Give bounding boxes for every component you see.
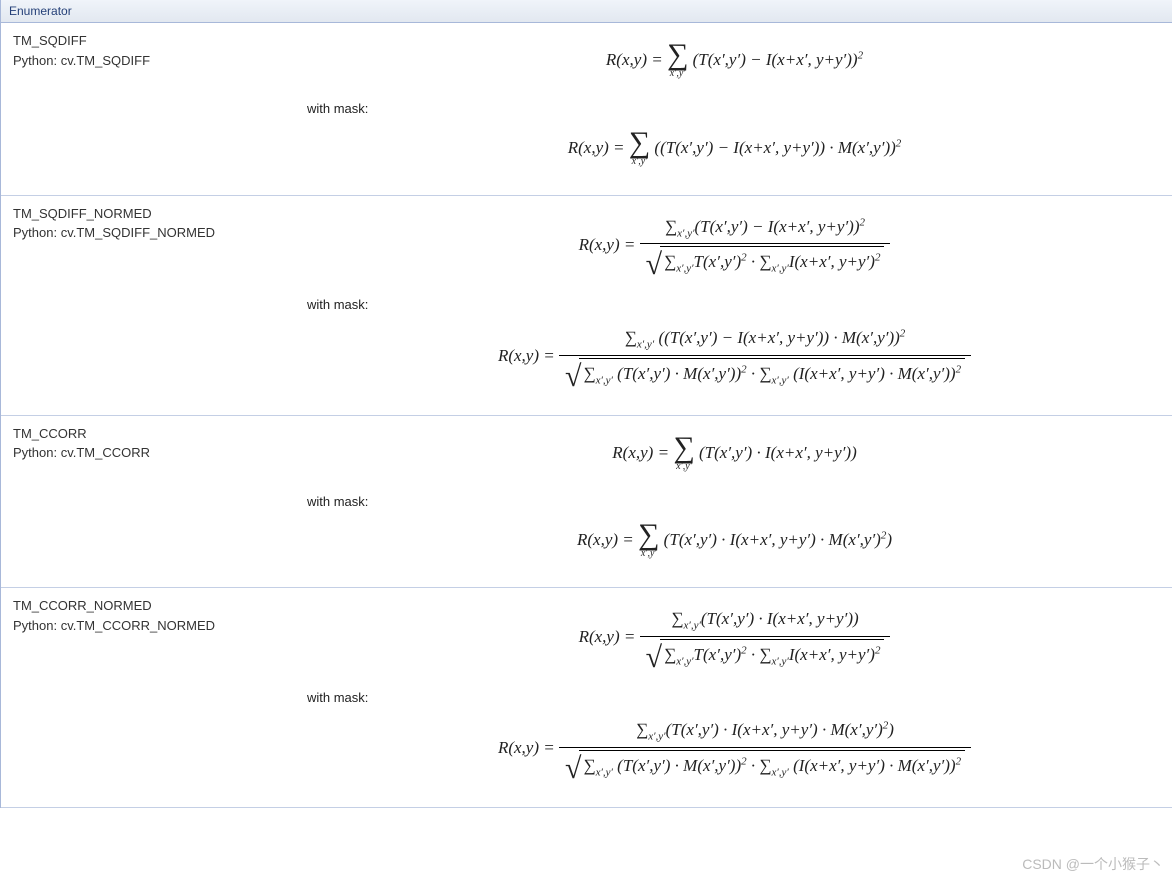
enum-name: TM_SQDIFF_NORMED xyxy=(13,204,285,224)
with-mask-label: with mask: xyxy=(307,295,1162,315)
enum-name: TM_SQDIFF xyxy=(13,31,285,51)
enum-python: Python: cv.TM_SQDIFF xyxy=(13,51,285,71)
enum-description-cell: R(x,y) = ∑x′,y′ (T(x′,y′) · I(x+x′, y+y′… xyxy=(297,416,1172,588)
table-header: Enumerator xyxy=(1,0,1172,23)
formula: R(x,y) = ∑x′,y′(T(x′,y′) · I(x+x′, y+y′)… xyxy=(307,606,1162,670)
enum-python: Python: cv.TM_SQDIFF_NORMED xyxy=(13,223,285,243)
enum-label-cell: TM_SQDIFF_NORMED Python: cv.TM_SQDIFF_NO… xyxy=(1,196,297,415)
enum-description-cell: R(x,y) = ∑x′,y′(T(x′,y′) · I(x+x′, y+y′)… xyxy=(297,588,1172,807)
enum-name: TM_CCORR xyxy=(13,424,285,444)
formula: R(x,y) = ∑x′,y′ (T(x′,y′) − I(x+x′, y+y′… xyxy=(307,41,1162,81)
formula-mask: R(x,y) = ∑x′,y′(T(x′,y′) · I(x+x′, y+y′)… xyxy=(307,717,1162,781)
enum-label-cell: TM_CCORR_NORMED Python: cv.TM_CCORR_NORM… xyxy=(1,588,297,807)
formula-mask: R(x,y) = ∑x′,y′ (T(x′,y′) · I(x+x′, y+y′… xyxy=(307,521,1162,561)
with-mask-label: with mask: xyxy=(307,99,1162,119)
enum-label-cell: TM_SQDIFF Python: cv.TM_SQDIFF xyxy=(1,23,297,195)
enum-python: Python: cv.TM_CCORR_NORMED xyxy=(13,616,285,636)
table-row: TM_CCORR Python: cv.TM_CCORR R(x,y) = ∑x… xyxy=(1,416,1172,589)
formula: R(x,y) = ∑x′,y′ (T(x′,y′) · I(x+x′, y+y′… xyxy=(307,434,1162,474)
with-mask-label: with mask: xyxy=(307,688,1162,708)
enum-python: Python: cv.TM_CCORR xyxy=(13,443,285,463)
enum-label-cell: TM_CCORR Python: cv.TM_CCORR xyxy=(1,416,297,588)
table-row: TM_SQDIFF_NORMED Python: cv.TM_SQDIFF_NO… xyxy=(1,196,1172,416)
formula-mask: R(x,y) = ∑x′,y′ ((T(x′,y′) − I(x+x′, y+y… xyxy=(307,129,1162,169)
enum-description-cell: R(x,y) = ∑x′,y′(T(x′,y′) − I(x+x′, y+y′)… xyxy=(297,196,1172,415)
formula: R(x,y) = ∑x′,y′(T(x′,y′) − I(x+x′, y+y′)… xyxy=(307,214,1162,278)
enum-description-cell: R(x,y) = ∑x′,y′ (T(x′,y′) − I(x+x′, y+y′… xyxy=(297,23,1172,195)
enumerator-table: Enumerator TM_SQDIFF Python: cv.TM_SQDIF… xyxy=(0,0,1172,808)
table-row: TM_CCORR_NORMED Python: cv.TM_CCORR_NORM… xyxy=(1,588,1172,808)
enum-name: TM_CCORR_NORMED xyxy=(13,596,285,616)
table-row: TM_SQDIFF Python: cv.TM_SQDIFF R(x,y) = … xyxy=(1,23,1172,196)
watermark: CSDN @一个小猴子丶 xyxy=(1022,854,1164,874)
with-mask-label: with mask: xyxy=(307,492,1162,512)
formula-mask: R(x,y) = ∑x′,y′ ((T(x′,y′) − I(x+x′, y+y… xyxy=(307,325,1162,389)
